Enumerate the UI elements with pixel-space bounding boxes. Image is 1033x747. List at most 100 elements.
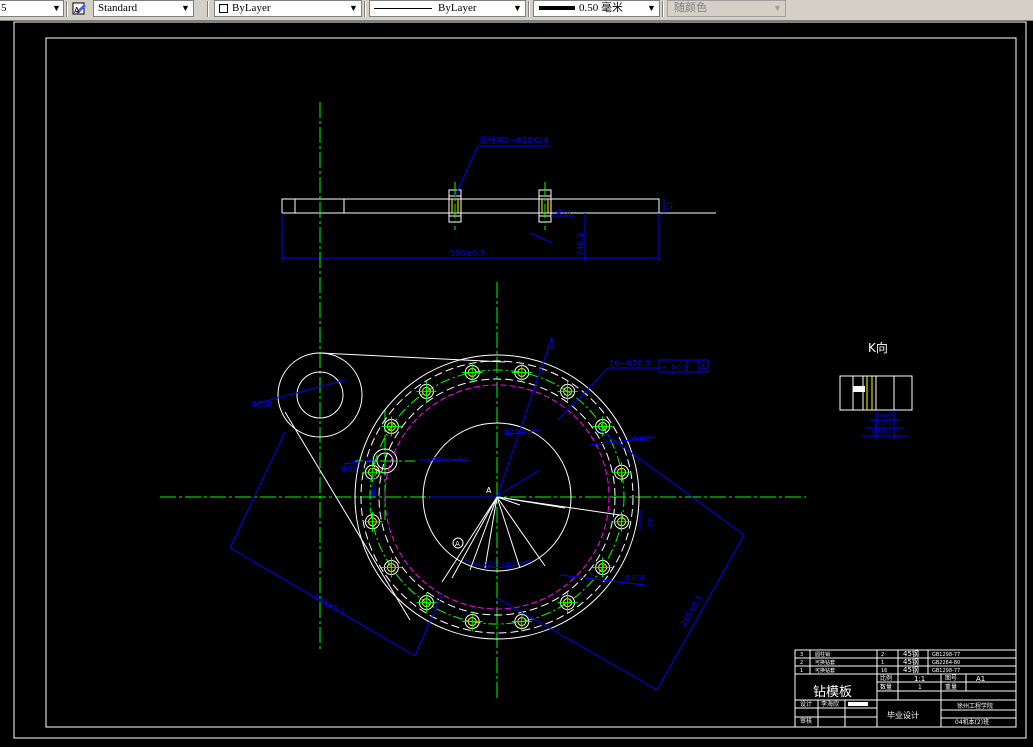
dim-d374-text: Φ374 <box>625 574 644 582</box>
parts-cell-qty: 16 <box>881 668 887 674</box>
parts-cell-std: GB2264-80 <box>932 660 960 666</box>
k-dim-c-text: Φ15(H) <box>871 430 889 436</box>
dim-d130-text: Φ130 <box>251 400 273 409</box>
plotstyle-value: 随颜色 <box>674 2 707 14</box>
bushing-hole <box>511 362 532 383</box>
parts-cell-no: 1 <box>800 668 803 674</box>
school-text: 徐州工程学院 <box>957 702 993 710</box>
dim-diag-right-text: 265±0.1 <box>679 593 704 628</box>
dim-small-text: Φ10 <box>556 208 570 216</box>
center-label-text: A <box>486 486 492 495</box>
main-view: 16−Φ10.5 ⌖ Φ0.3 A Φ130 Φ30 Φ60±0.1 Φ242±… <box>160 102 806 700</box>
textstyle-icon[interactable]: A <box>72 1 88 16</box>
k-view: K向 Φ10(E) Φ12(H) Φ15(H) <box>839 340 913 440</box>
bushing-hole <box>511 611 532 632</box>
chevron-down-icon[interactable]: ▼ <box>349 4 358 13</box>
scale-label-text: 比例 <box>880 674 892 682</box>
bushing-hole <box>416 592 437 613</box>
top-view: 圆柱销2−Φ10X24 596±0.7 740.3 Φ10 15 <box>281 135 716 262</box>
dimstyle-combo[interactable]: 5 ▼ <box>0 0 64 17</box>
layer-color-combo[interactable]: ByLayer ▼ <box>214 0 362 17</box>
dim-diag-left-text: 175±0.1 <box>312 592 347 617</box>
parts-cell-name: 圆柱销 <box>815 651 830 658</box>
sheet-borders <box>13 21 1027 739</box>
dim-side-text: 15 <box>665 201 673 210</box>
sheet-value-text: A1 <box>976 675 985 683</box>
dim-d210-text: Φ210 <box>504 428 523 436</box>
lineweight-value: 0.50 毫米 <box>579 2 623 14</box>
bushing-hole <box>557 381 578 402</box>
separator <box>207 1 209 17</box>
k-dim-b-text: Φ12(H) <box>874 422 892 428</box>
k-view-title: K向 <box>868 340 888 355</box>
parts-cell-mat: 45钢 <box>903 657 919 666</box>
tol-datum-text: A <box>700 363 706 372</box>
designer-label-text: 设计 <box>800 700 812 708</box>
scale-value-text: 1:1 <box>914 675 925 683</box>
parts-cell-std: GB1298-77 <box>932 652 960 658</box>
linetype-sample-icon <box>374 8 432 9</box>
weight-label-text: 重量 <box>945 683 957 691</box>
parts-cell-mat: 45钢 <box>903 649 919 658</box>
svg-text:A: A <box>74 6 80 15</box>
dim-length-text: 596±0.7 <box>450 249 485 258</box>
datum-label-text: A <box>455 540 460 548</box>
bushing-hole <box>592 557 613 578</box>
drawing-svg: 圆柱销2−Φ10X24 596±0.7 740.3 Φ10 15 16−Φ10.… <box>13 21 1027 739</box>
hole-note-text: 16−Φ10.5 <box>609 359 650 368</box>
lineweight-sample-icon <box>539 6 575 10</box>
parts-cell-no: 3 <box>800 652 803 658</box>
dim-r60-text: Φ60±0.1 <box>370 466 378 497</box>
separator <box>528 1 530 17</box>
bushing-hole <box>611 462 632 483</box>
dim-d305-text: Φ305 <box>632 435 651 443</box>
lineweight-combo[interactable]: 0.50 毫米 ▼ <box>533 0 660 17</box>
textstyle-value: Standard <box>98 2 138 14</box>
angle-note-text: 22.5°±0.1° <box>484 561 518 568</box>
parts-cell-mat: 45钢 <box>903 665 919 674</box>
bushing-hole <box>557 592 578 613</box>
bushing-hole <box>416 381 437 402</box>
drawing-canvas[interactable]: 圆柱销2−Φ10X24 596±0.7 740.3 Φ10 15 16−Φ10.… <box>0 20 1033 743</box>
bushing-hole <box>381 416 402 437</box>
linetype-combo[interactable]: ByLayer ▼ <box>369 0 526 17</box>
properties-toolbar: 5 ▼ A Standard ▼ ByLayer ▼ ByLayer ▼ 0.5… <box>0 0 1033 21</box>
bushing-hole <box>362 511 383 532</box>
plotstyle-combo[interactable]: 随颜色 ▼ <box>667 0 786 17</box>
project-text: 毕业设计 <box>887 710 919 720</box>
bushing-hole <box>381 557 402 578</box>
chevron-down-icon[interactable]: ▼ <box>647 4 656 13</box>
dimstyle-value: 5 <box>1 2 7 14</box>
dim-rot-text: Φ2° <box>646 518 653 530</box>
color-swatch-icon <box>219 4 228 13</box>
designer-name-text: 李海欣 <box>821 700 839 708</box>
k-dim-a-text: Φ10(E) <box>877 414 894 420</box>
sheet-label-text: 图号 <box>945 675 957 682</box>
bushing-hole <box>592 416 613 437</box>
separator <box>364 1 366 17</box>
parts-cell-no: 2 <box>800 660 803 666</box>
chevron-down-icon[interactable]: ▼ <box>513 4 522 13</box>
separator <box>662 1 664 17</box>
parts-cell-name: 可换钻套 <box>815 667 835 674</box>
title-block: 3 圆柱销 2 45钢 GB1298-77 2 可换钻套 1 45钢 GB2264-80 1 可换钻套… <box>794 649 1017 728</box>
parts-cell-qty: 2 <box>881 652 884 658</box>
chevron-down-icon[interactable]: ▼ <box>181 4 190 13</box>
parts-cell-std: GB1298-77 <box>932 668 960 674</box>
callout-text: 圆柱销2−Φ10X24 <box>480 135 548 145</box>
qty-value-text: 1 <box>918 684 922 691</box>
checker-label-text: 审核 <box>800 717 812 725</box>
signature-box <box>848 702 868 706</box>
linetype-value: ByLayer <box>438 2 477 14</box>
textstyle-combo[interactable]: Standard ▼ <box>93 0 194 17</box>
parts-cell-qty: 1 <box>881 660 884 666</box>
dim-d242-text: Φ242±0.1 <box>432 456 468 464</box>
layer-color-value: ByLayer <box>232 2 271 14</box>
chevron-down-icon[interactable]: ▼ <box>52 4 61 13</box>
chevron-down-icon[interactable]: ▼ <box>773 4 782 13</box>
bushing-hole <box>462 362 483 383</box>
parts-list: 3 圆柱销 2 45钢 GB1298-77 2 可换钻套 1 45钢 GB2264-80 1 可换钻套… <box>800 649 960 674</box>
qty-label-text: 数量 <box>880 683 892 691</box>
bushing-hole <box>611 511 632 532</box>
drawing-name-text: 钻模板 <box>813 685 852 700</box>
